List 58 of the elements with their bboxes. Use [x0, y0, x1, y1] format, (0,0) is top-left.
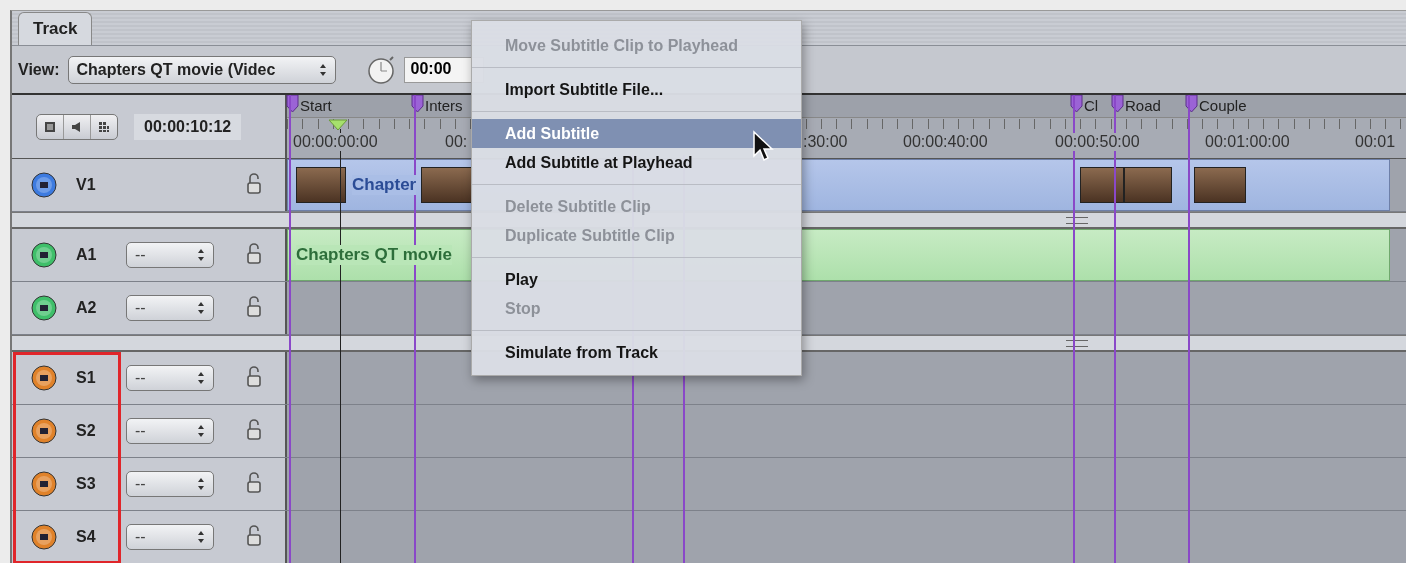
- mouse-pointer-icon: [752, 130, 774, 162]
- updown-arrows-icon: [318, 62, 327, 77]
- track-popup[interactable]: --: [126, 471, 214, 497]
- lock-icon[interactable]: [246, 243, 262, 265]
- marker-flag-icon[interactable]: [1111, 95, 1124, 113]
- lock-icon[interactable]: [246, 173, 262, 195]
- track-name: S1: [76, 369, 97, 387]
- menu-item[interactable]: Simulate from Track: [472, 338, 801, 367]
- marker-label: Road: [1125, 97, 1161, 114]
- clip-label: Chapter: [352, 175, 417, 195]
- view-popup[interactable]: Chapters QT movie (Videc: [67, 55, 336, 84]
- view-label: View:: [18, 60, 60, 79]
- updown-arrows-icon: [197, 371, 205, 385]
- track-popup[interactable]: --: [126, 418, 214, 444]
- marker-flag-icon[interactable]: [1070, 95, 1083, 113]
- ruler-time-label: 00:00:50:00: [1055, 133, 1140, 151]
- marker-label: Cl: [1084, 97, 1099, 114]
- track-name: S3: [76, 475, 97, 493]
- ruler-time-label: 00:00:00:00: [293, 133, 378, 151]
- subtitle-track-icon[interactable]: [31, 471, 57, 497]
- marker-flag-icon[interactable]: [411, 95, 424, 113]
- lock-icon[interactable]: [246, 366, 262, 388]
- photo-placeholder: [1080, 167, 1124, 203]
- marker-label: Inters: [425, 97, 463, 114]
- track-popup[interactable]: --: [126, 242, 214, 268]
- photo-placeholder: [421, 167, 473, 203]
- track-name: A2: [76, 299, 98, 317]
- timecode-display: 00:00:10:12: [134, 113, 242, 140]
- photo-placeholder: [1124, 167, 1172, 203]
- photo-placeholder: [1194, 167, 1246, 203]
- marker-label: Couple: [1199, 97, 1247, 114]
- track-name: A1: [76, 246, 98, 264]
- track-popup[interactable]: --: [126, 365, 214, 391]
- marker-flag-icon[interactable]: [1185, 95, 1198, 113]
- audio-track-icon[interactable]: [31, 242, 57, 268]
- updown-arrows-icon: [197, 301, 205, 315]
- updown-arrows-icon: [197, 477, 205, 491]
- lock-icon[interactable]: [246, 419, 262, 441]
- audio-track-icon[interactable]: [31, 295, 57, 321]
- subtitle-track-icon[interactable]: [31, 524, 57, 550]
- track-popup[interactable]: --: [126, 524, 214, 550]
- lock-icon[interactable]: [246, 296, 262, 318]
- track-popup[interactable]: --: [126, 295, 214, 321]
- video-track-icon[interactable]: [31, 172, 57, 198]
- updown-arrows-icon: [197, 530, 205, 544]
- subtitle-track-icon[interactable]: [31, 418, 57, 444]
- marker-label: Start: [300, 97, 332, 114]
- lock-icon[interactable]: [246, 472, 262, 494]
- track-name: V1: [76, 176, 97, 194]
- track-name: S2: [76, 422, 97, 440]
- lock-icon[interactable]: [246, 525, 262, 547]
- clip-label: Chapters QT movie: [296, 245, 452, 265]
- updown-arrows-icon: [197, 424, 205, 438]
- track-name: S4: [76, 528, 97, 546]
- track-tab[interactable]: Track: [18, 12, 93, 46]
- updown-arrows-icon: [197, 248, 205, 262]
- subtitle-track-icon[interactable]: [31, 365, 57, 391]
- stopwatch-icon[interactable]: [365, 54, 396, 85]
